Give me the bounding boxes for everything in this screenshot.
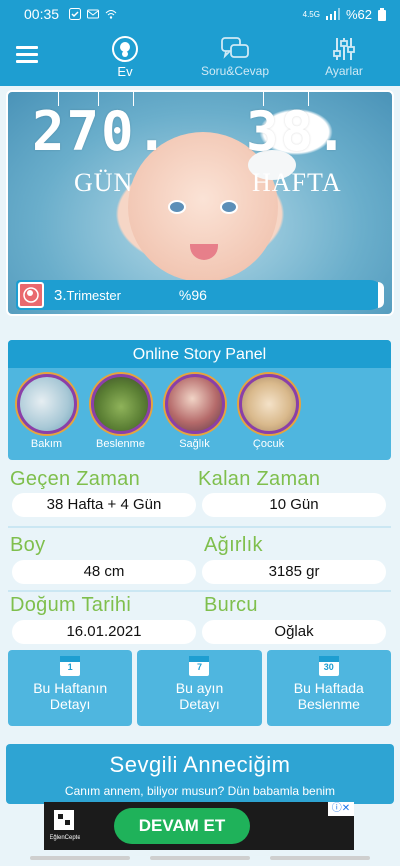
status-time: 00:35 [24,6,60,22]
story-beslenme-thumbnail [90,374,151,434]
network-label: 4.5G [302,9,320,19]
days-label: GÜN [74,168,134,197]
remaining-value: 10 Gün [202,493,386,517]
ad-close-icon[interactable]: ⓘ✕ [328,802,354,816]
story-saglik[interactable]: Sağlık [162,374,227,450]
nav-home-label: Ev [117,64,133,79]
status-bar: 00:35 4.5G %62 [0,0,400,28]
remaining-label: Kalan Zaman [198,468,321,490]
divider [8,526,391,528]
menu-icon[interactable] [16,46,38,64]
days-count: 270. [32,100,171,163]
calendar-icon: 30 [318,656,339,676]
story-cocuk[interactable]: Çocuk [236,374,301,450]
tile-line1: Bu ayın [175,680,224,696]
check-icon [69,8,82,20]
weight-value: 3185 gr [202,560,386,584]
weight-label: Ağırlık [204,534,263,556]
top-navigation: Ev Soru&Cevap Ayarlar [0,28,400,86]
system-navigation-bar [0,850,400,866]
nav-qa-label: Soru&Cevap [200,64,270,78]
story-label: Çocuk [252,438,285,450]
weeks-label: HAFTA [252,168,342,197]
wifi-icon [105,10,117,19]
story-cocuk-thumbnail [238,374,299,434]
trimester-number: 3. [54,286,67,304]
battery-text: %62 [345,6,372,22]
letter-title: Sevgili Anneciğim [109,752,291,777]
trimester-progress-bar: 3.Trimester %96 [16,280,384,310]
story-bakim[interactable]: Bakım [14,374,79,450]
height-label: Boy [10,534,46,556]
calendar-icon: 1 [60,656,81,676]
elapsed-label: Geçen Zaman [10,468,141,490]
nav-gesture-home[interactable] [150,856,250,860]
baby-icon [100,34,150,64]
nav-settings[interactable]: Ayarlar [318,34,370,78]
progress-percent: %96 [178,287,207,303]
story-bakim-thumbnail [16,374,77,434]
chat-bubbles-icon [193,34,277,64]
svg-text:EğlenCepte: EğlenCepte [50,835,80,841]
nav-settings-label: Ayarlar [325,64,363,78]
detail-tiles: 1 Bu Haftanın Detayı 7 Bu ayın Detayı 30… [8,650,391,726]
status-right: 4.5G %62 [303,7,386,22]
mail-icon [87,9,100,19]
story-beslenme[interactable]: Beslenme [88,374,153,450]
nav-home[interactable]: Ev [100,34,150,79]
nav-gesture-left[interactable] [30,856,130,860]
calendar-day: 30 [323,662,334,672]
notification-icons [69,8,117,20]
weeks-count: 38. [246,100,350,163]
story-panel-title: Online Story Panel [8,340,391,368]
baby-eye-left [168,200,186,214]
zodiac-label: Burcu [204,594,258,616]
ad-continue-button[interactable]: DEVAM ET [114,808,250,844]
story-label: Beslenme [96,438,145,450]
story-saglik-thumbnail [164,374,225,434]
zodiac-value: Oğlak [202,620,386,644]
birth-date-value: 16.01.2021 [12,620,196,644]
sliders-icon [318,34,370,64]
baby-eye-right [220,200,238,214]
battery-icon [378,7,386,21]
nav-gesture-right[interactable] [270,856,370,860]
tile-line1: Bu Haftanın [33,680,108,696]
this-week-detail-button[interactable]: 1 Bu Haftanın Detayı [8,650,133,726]
tile-line1: Bu Haftada [293,680,364,696]
letter-preview: Canım annem, biliyor musun? Dün babamla … [64,784,336,798]
signal-icon [325,8,340,20]
this-month-detail-button[interactable]: 7 Bu ayın Detayı [137,650,262,726]
fetus-icon [18,282,44,308]
nav-qa[interactable]: Soru&Cevap [193,34,277,78]
this-week-nutrition-button[interactable]: 30 Bu Haftada Beslenme [266,650,391,726]
ad-banner[interactable]: EğlenCepte DEVAM ET ⓘ✕ [44,802,354,850]
story-label: Sağlık [179,438,210,450]
divider [8,590,391,592]
calendar-day: 7 [196,662,202,672]
story-panel: Online Story Panel Bakım Beslenme Sağlık… [8,340,391,460]
calendar-icon: 7 [189,656,210,676]
ad-logo: EğlenCepte [49,808,81,842]
elapsed-value: 38 Hafta + 4 Gün [12,493,196,517]
story-label: Bakım [30,438,63,450]
birth-date-label: Doğum Tarihi [10,594,132,616]
calendar-day: 1 [67,662,73,672]
tile-line2: Detayı [179,696,220,712]
baby-hero-image: 270. GÜN 38. HAFTA 3.Trimester %96 [6,90,394,316]
baby-mouth [190,244,218,260]
tile-line2: Beslenme [297,696,360,712]
progress-remaining [378,282,384,308]
height-value: 48 cm [12,560,196,584]
tile-line2: Detayı [49,696,91,712]
trimester-label: 3.Trimester [54,287,121,304]
trimester-text: Trimester [66,287,121,303]
letter-card[interactable]: Sevgili Anneciğim Canım annem, biliyor m… [6,744,394,804]
